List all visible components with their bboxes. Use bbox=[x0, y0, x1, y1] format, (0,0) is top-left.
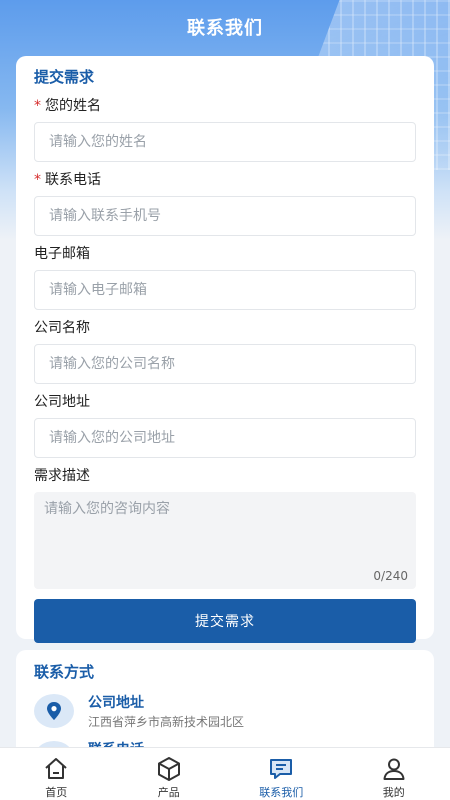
tab-contact-us[interactable]: 联系我们 bbox=[225, 748, 338, 800]
form-title: 提交需求 bbox=[34, 68, 95, 86]
tab-products[interactable]: 产品 bbox=[113, 748, 226, 800]
tab-label: 联系我们 bbox=[259, 786, 304, 799]
home-icon bbox=[45, 758, 67, 779]
phone-input[interactable] bbox=[34, 196, 416, 236]
contact-title: 联系方式 bbox=[34, 663, 95, 681]
name-label: * 您的姓名 bbox=[34, 98, 101, 114]
submit-button[interactable]: 提交需求 bbox=[34, 599, 416, 643]
contact-item-name: 公司地址 bbox=[88, 695, 144, 711]
location-pin-icon bbox=[34, 694, 74, 728]
bottom-tab-bar: 首页 产品 联系我们 我的 bbox=[0, 747, 450, 800]
page-title: 联系我们 bbox=[187, 18, 263, 39]
description-textarea[interactable] bbox=[34, 492, 416, 589]
user-icon bbox=[383, 758, 405, 780]
email-input[interactable] bbox=[34, 270, 416, 310]
tab-home[interactable]: 首页 bbox=[0, 748, 113, 800]
company-address-input[interactable] bbox=[34, 418, 416, 458]
tab-mine[interactable]: 我的 bbox=[338, 748, 450, 800]
company-name-input[interactable] bbox=[34, 344, 416, 384]
company-address-label: 公司地址 bbox=[34, 394, 90, 410]
contact-item-value: 江西省萍乡市高新技术园北区 bbox=[88, 715, 245, 729]
message-icon bbox=[270, 759, 293, 779]
tab-label: 我的 bbox=[382, 786, 405, 799]
company-name-label: 公司名称 bbox=[34, 320, 90, 336]
email-label: 电子邮箱 bbox=[34, 246, 90, 262]
description-box: 0/240 bbox=[34, 492, 416, 589]
request-form-card: 提交需求 *您的姓名 *联系电话 电子邮箱 公司名称 公司地址 需求描述 0/2… bbox=[16, 56, 434, 643]
char-counter: 0/240 bbox=[373, 569, 408, 583]
contact-item-address: 公司地址 江西省萍乡市高新技术园北区 bbox=[34, 694, 416, 731]
description-label: 需求描述 bbox=[34, 468, 90, 484]
required-mark: * bbox=[34, 98, 41, 114]
cube-icon bbox=[157, 757, 180, 781]
name-input[interactable] bbox=[34, 122, 416, 162]
required-mark: * bbox=[34, 172, 41, 188]
phone-label: * 联系电话 bbox=[34, 172, 101, 188]
tab-label: 产品 bbox=[157, 786, 180, 799]
tab-label: 首页 bbox=[45, 786, 68, 799]
